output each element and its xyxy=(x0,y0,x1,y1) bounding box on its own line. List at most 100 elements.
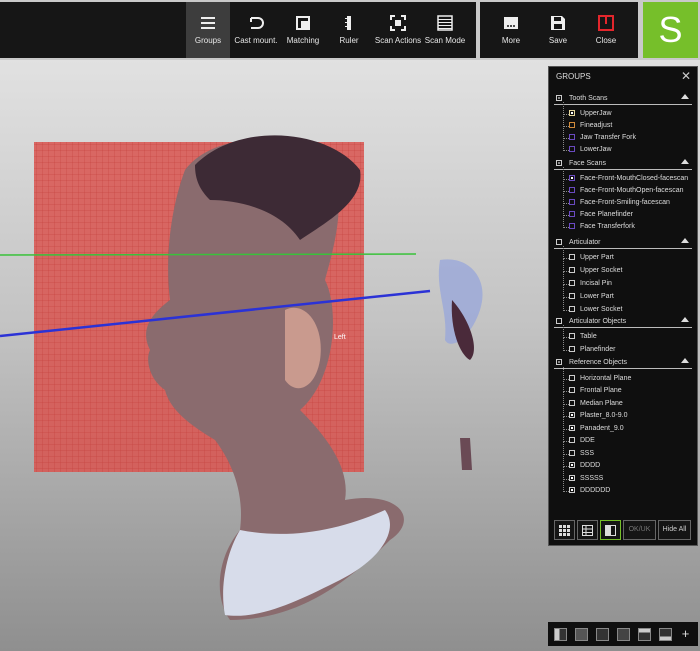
collapse-arrow-icon[interactable] xyxy=(681,317,689,322)
item-label: Face-Front-Smiling-facescan xyxy=(580,199,670,206)
section-reference-objects[interactable]: Reference Objects xyxy=(554,358,692,369)
ruler-button[interactable]: Ruler xyxy=(328,2,370,58)
groups-button[interactable]: Groups xyxy=(186,2,230,58)
collapse-arrow-icon[interactable] xyxy=(681,159,689,164)
item-checkbox[interactable] xyxy=(569,462,575,468)
item-checkbox[interactable] xyxy=(569,450,575,456)
view-bottom-icon[interactable] xyxy=(659,628,672,641)
list-item-panadent[interactable]: Panadent_9.0 xyxy=(563,417,688,435)
list-item-dde[interactable]: DDE xyxy=(563,429,688,447)
list-item-planefinder[interactable]: Planefinder xyxy=(563,338,688,356)
item-checkbox[interactable] xyxy=(569,293,575,299)
list-item-fineadjust[interactable]: Fineadjust xyxy=(563,114,688,132)
list-item-table[interactable]: Table xyxy=(563,325,688,343)
list-item-upper-socket[interactable]: Upper Socket xyxy=(563,259,688,277)
list-item-lower-part[interactable]: Lower Part xyxy=(563,285,688,303)
grid-view-button[interactable] xyxy=(554,520,575,540)
item-checkbox[interactable] xyxy=(569,306,575,312)
list-item-plaster[interactable]: Plaster_8.0-9.0 xyxy=(563,404,688,422)
list-item-sss[interactable]: SSS xyxy=(563,442,688,460)
list-item-face-planefinder[interactable]: Face Planefinder xyxy=(563,203,688,221)
section-checkbox[interactable] xyxy=(556,239,562,245)
item-checkbox[interactable] xyxy=(569,346,575,352)
list-item-frontal-plane[interactable]: Frontal Plane xyxy=(563,379,688,397)
section-checkbox[interactable] xyxy=(556,160,562,166)
item-checkbox[interactable] xyxy=(569,400,575,406)
item-checkbox[interactable] xyxy=(569,223,575,229)
scan-actions-button[interactable]: Scan Actions xyxy=(374,2,422,58)
list-item-lower-socket[interactable]: Lower Socket xyxy=(563,298,688,316)
list-item-face-transferfork[interactable]: Face Transferfork xyxy=(563,215,688,233)
item-label: Horizontal Plane xyxy=(580,375,632,382)
menu-icon xyxy=(201,17,215,29)
list-item-face-mouthopen[interactable]: Face-Front-MouthOpen-facescan xyxy=(563,179,688,197)
hide-all-button[interactable]: Hide All xyxy=(658,520,691,540)
section-articulator[interactable]: Articulator xyxy=(554,238,692,249)
list-item-face-mouthclosed[interactable]: Face-Front-MouthClosed-facescan xyxy=(563,167,688,185)
more-button[interactable]: More xyxy=(490,2,532,58)
item-checkbox[interactable] xyxy=(569,267,575,273)
item-checkbox[interactable] xyxy=(569,387,575,393)
table-view-button[interactable] xyxy=(577,520,598,540)
list-item-incisal-pin[interactable]: Incisal Pin xyxy=(563,272,688,290)
list-item-horizontal-plane[interactable]: Horizontal Plane xyxy=(563,367,688,385)
section-checkbox[interactable] xyxy=(556,318,562,324)
scan-mode-button[interactable]: Scan Mode xyxy=(423,2,467,58)
item-checkbox[interactable] xyxy=(569,122,575,128)
list-item-jaw-transfer-fork[interactable]: Jaw Transfer Fork xyxy=(563,126,688,144)
cast-mount-button[interactable]: Cast mount. xyxy=(231,2,281,58)
section-face-scans[interactable]: Face Scans xyxy=(554,159,692,170)
section-checkbox[interactable] xyxy=(556,95,562,101)
item-label: Plaster_8.0-9.0 xyxy=(580,412,628,419)
list-item-lowerjaw[interactable]: LowerJaw xyxy=(563,138,688,156)
view-left-icon[interactable] xyxy=(554,628,567,641)
item-checkbox[interactable] xyxy=(569,110,575,116)
item-checkbox[interactable] xyxy=(569,333,575,339)
item-checkbox[interactable] xyxy=(569,175,575,181)
list-item-face-smiling[interactable]: Face-Front-Smiling-facescan xyxy=(563,191,688,209)
item-label: Lower Part xyxy=(580,293,614,300)
item-checkbox[interactable] xyxy=(569,134,575,140)
list-item-upper-part[interactable]: Upper Part xyxy=(563,246,688,264)
item-checkbox[interactable] xyxy=(569,437,575,443)
item-checkbox[interactable] xyxy=(569,375,575,381)
item-label: DDE xyxy=(580,437,595,444)
item-checkbox[interactable] xyxy=(569,199,575,205)
collapse-arrow-icon[interactable] xyxy=(681,94,689,99)
list-item-dddd[interactable]: DDDD xyxy=(563,454,688,472)
close-icon[interactable]: ✕ xyxy=(681,69,691,83)
save-button[interactable]: Save xyxy=(538,2,578,58)
item-checkbox[interactable] xyxy=(569,487,575,493)
section-articulator-objects[interactable]: Articulator Objects xyxy=(554,317,692,328)
collapse-arrow-icon[interactable] xyxy=(681,238,689,243)
list-item-median-plane[interactable]: Median Plane xyxy=(563,392,688,410)
list-item-sssss[interactable]: SSSSS xyxy=(563,467,688,485)
item-checkbox[interactable] xyxy=(569,425,575,431)
top-toolbar: Groups Cast mount. Matching Ruler Scan A… xyxy=(0,0,700,60)
list-item-upperjaw[interactable]: UpperJaw xyxy=(563,102,688,120)
close-button[interactable]: Close xyxy=(585,2,627,58)
view-front-icon[interactable] xyxy=(575,628,588,641)
collapse-arrow-icon[interactable] xyxy=(681,358,689,363)
contrast-button[interactable] xyxy=(600,520,621,540)
item-checkbox[interactable] xyxy=(569,146,575,152)
ok-uk-button[interactable]: OK/UK xyxy=(623,520,656,540)
item-label: Fineadjust xyxy=(580,122,613,129)
matching-button[interactable]: Matching xyxy=(282,2,324,58)
add-view-icon[interactable]: + xyxy=(680,627,691,640)
section-checkbox[interactable] xyxy=(556,359,562,365)
section-tooth-scans[interactable]: Tooth Scans xyxy=(554,94,692,105)
item-checkbox[interactable] xyxy=(569,412,575,418)
list-item-dddddd[interactable]: DDDDDD xyxy=(563,479,688,497)
brand-logo[interactable]: S xyxy=(643,2,698,58)
view-right-icon[interactable] xyxy=(596,628,609,641)
item-checkbox[interactable] xyxy=(569,187,575,193)
item-checkbox[interactable] xyxy=(569,211,575,217)
item-checkbox[interactable] xyxy=(569,475,575,481)
view-top-icon[interactable] xyxy=(638,628,651,641)
item-checkbox[interactable] xyxy=(569,280,575,286)
groups-panel: GROUPS ✕ Tooth Scans UpperJaw Fineadjust… xyxy=(548,66,698,546)
view-back-icon[interactable] xyxy=(617,628,630,641)
item-checkbox[interactable] xyxy=(569,254,575,260)
item-label: Upper Socket xyxy=(580,267,623,274)
